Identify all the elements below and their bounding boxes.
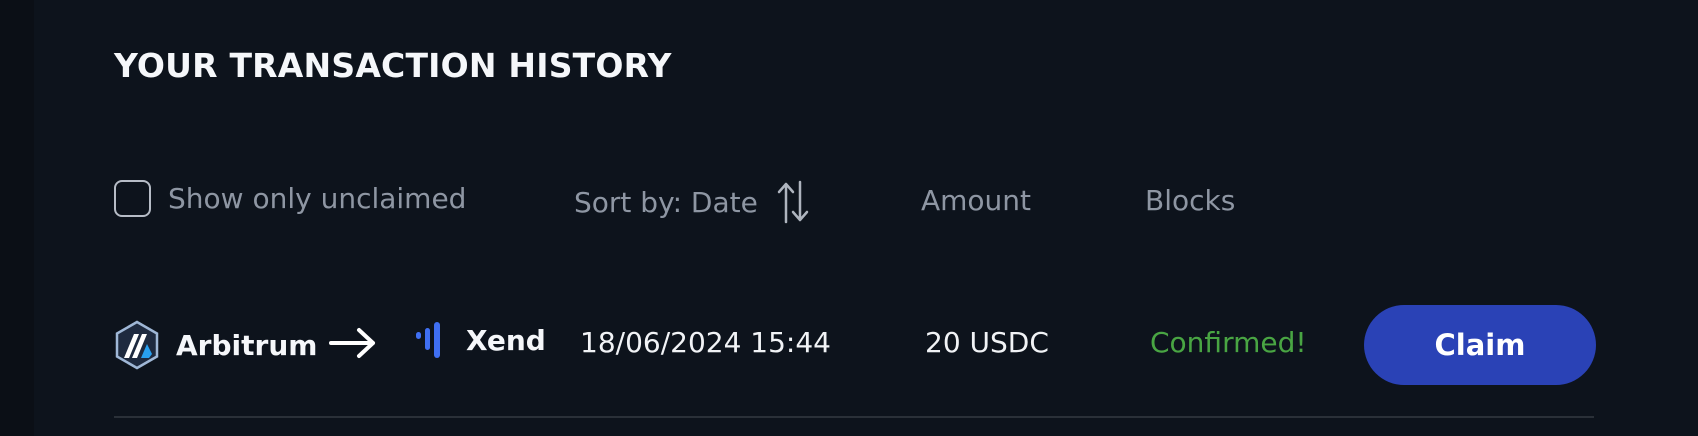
destination-chain: Xend [414,320,546,360]
source-chain-name: Arbitrum [176,328,318,362]
show-unclaimed-checkbox[interactable] [114,180,151,217]
sort-arrows-icon [777,180,809,224]
show-unclaimed-label: Show only unclaimed [168,182,467,215]
show-unclaimed-toggle[interactable]: Show only unclaimed [114,180,466,217]
source-chain: Arbitrum [114,320,317,370]
sort-label: Sort by: Date [574,185,758,219]
amount-column-header: Amount [921,184,1032,217]
transaction-row: Arbitrum Xend 18/06/2024 15:44 20 USDC C… [114,300,1596,390]
destination-chain-name: Xend [466,323,546,357]
right-arrow-icon [329,328,375,358]
arbitrum-logo-icon [115,320,159,370]
filter-bar: Show only unclaimed Sort by: Date Amount… [114,180,1614,224]
page-title: YOUR TRANSACTION HISTORY [114,46,672,85]
row-divider [114,416,1594,418]
transaction-date: 18/06/2024 15:44 [580,326,831,359]
transaction-amount: 20 USDC [925,326,1049,359]
sort-by-date-button[interactable]: Sort by: Date [574,180,814,224]
claim-button[interactable]: Claim [1364,305,1596,385]
xend-logo-icon [416,322,440,358]
status-badge: Confirmed! [1150,326,1307,359]
blocks-column-header: Blocks [1145,184,1236,217]
